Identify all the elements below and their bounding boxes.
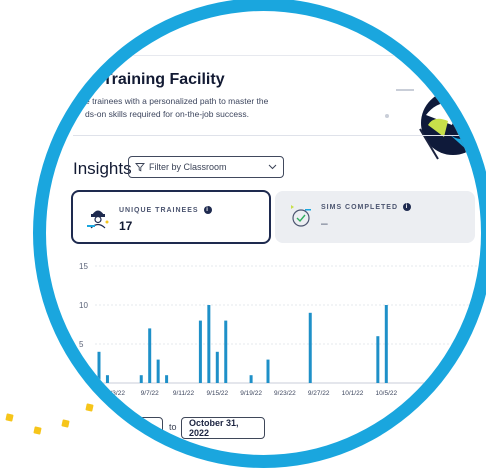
date-range-connector: to — [169, 422, 177, 432]
chart-bar[interactable] — [105, 375, 109, 383]
x-tick-label: 9/3/22 — [107, 390, 125, 397]
y-axis-ticks: 15 10 5 0 — [79, 262, 88, 388]
chart-bar[interactable] — [165, 375, 169, 383]
x-tick-label: 10/1/22 — [342, 390, 364, 397]
start-date-value: 1, 2022 — [115, 423, 146, 433]
chart-bar[interactable] — [156, 359, 160, 383]
chart-grid — [95, 265, 481, 384]
chart-bar[interactable] — [207, 305, 211, 383]
chart-bar[interactable] — [376, 336, 380, 383]
x-tick-label: 9/7/22 — [141, 390, 159, 397]
x-tick-label: 9/15/22 — [206, 390, 228, 397]
y-tick-label: 10 — [79, 301, 88, 310]
decor-dot — [33, 426, 42, 435]
chart-bar[interactable] — [384, 305, 388, 383]
decor-dot — [5, 413, 14, 422]
end-date-input[interactable]: October 31, 2022 — [181, 417, 265, 439]
chart-bar[interactable] — [198, 320, 202, 383]
chart-bar[interactable] — [139, 375, 143, 383]
chart-bar[interactable] — [308, 312, 312, 383]
x-tick-label: 9/23/22 — [274, 390, 296, 397]
x-axis-ticks: 9/3/22 9/7/22 9/11/22 9/15/22 9/19/22 9/23/22… — [107, 390, 398, 397]
x-tick-label: 9/19/22 — [240, 390, 262, 397]
chart-bar[interactable] — [266, 359, 270, 383]
y-tick-label: 5 — [79, 340, 84, 349]
trainees-bar-chart: 15 10 5 0 9/3/22 9/7/22 9/11/22 9/15/22 9/19/22… — [79, 262, 481, 397]
zoom-lens-ring: al Training Facility e trainees with a p… — [33, 0, 486, 468]
start-date-input[interactable]: 1, 2022 — [107, 417, 163, 439]
chart-bar[interactable] — [249, 375, 253, 383]
y-tick-label: 0 — [79, 379, 84, 388]
x-tick-label: 9/11/22 — [173, 390, 195, 397]
chart-bar[interactable] — [224, 320, 228, 383]
x-tick-label: 10/5/22 — [375, 390, 397, 397]
chart-bar[interactable] — [215, 351, 219, 383]
zoomed-screen: al Training Facility e trainees with a p… — [46, 13, 481, 455]
x-tick-label: 9/27/22 — [308, 390, 330, 397]
y-tick-label: 15 — [79, 262, 88, 271]
end-date-value: October 31, 2022 — [189, 418, 239, 438]
chart-bar[interactable] — [97, 351, 101, 383]
chart-bar[interactable] — [148, 328, 152, 383]
